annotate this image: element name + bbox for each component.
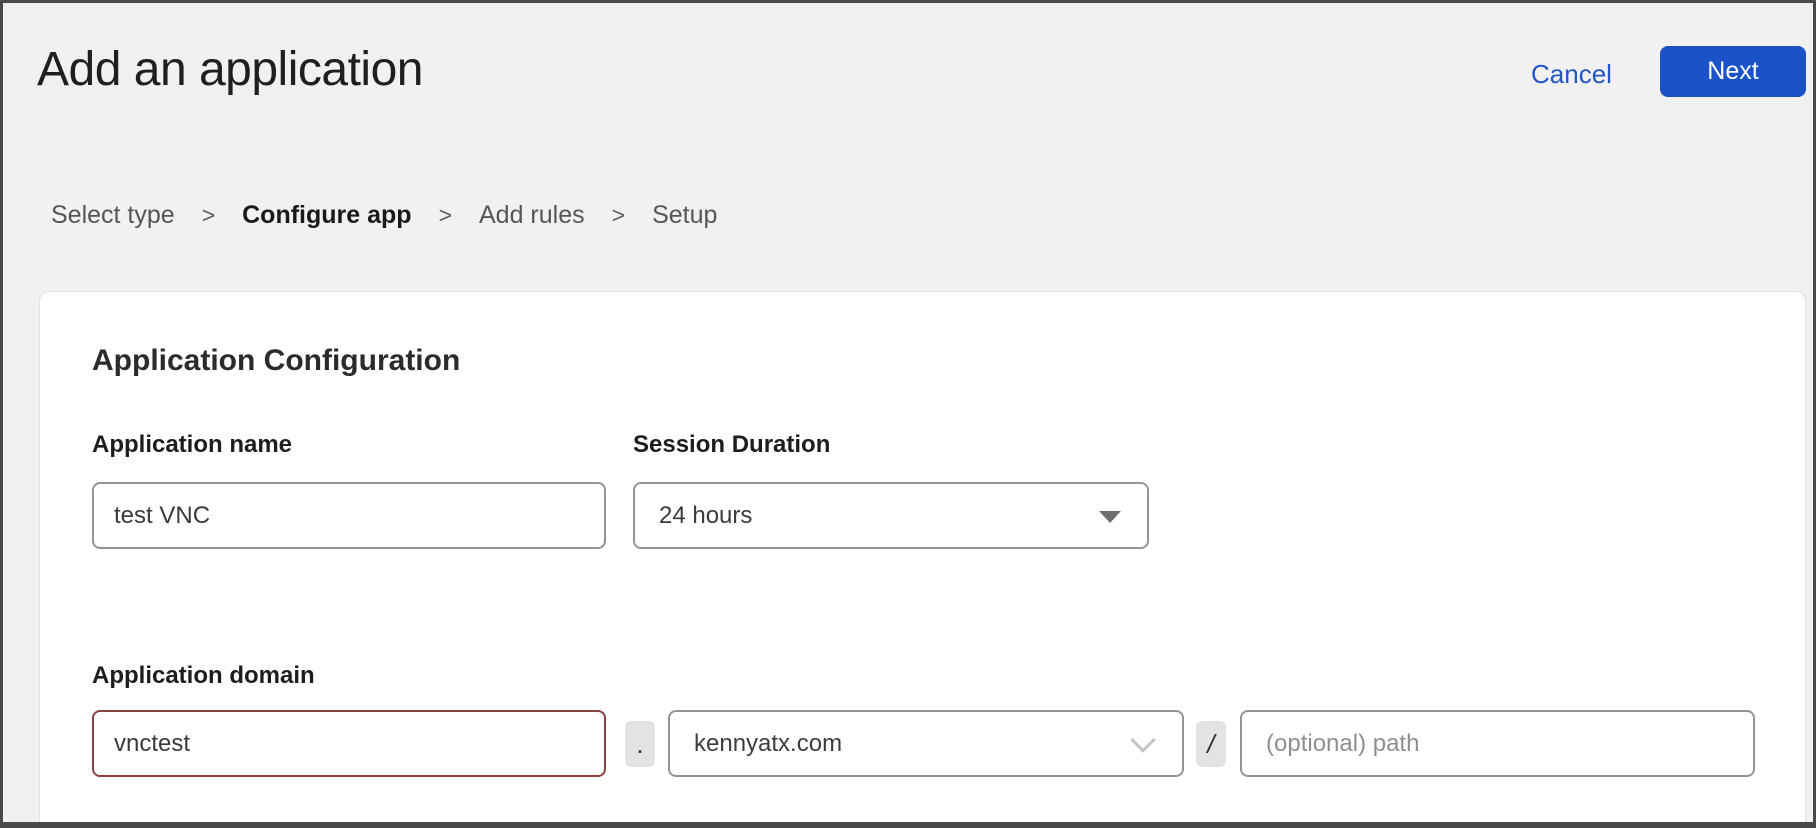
breadcrumb-separator: >	[612, 199, 625, 231]
breadcrumb: Select type > Configure app > Add rules …	[51, 199, 717, 231]
caret-down-icon	[1099, 511, 1121, 523]
application-configuration-card: Application Configuration Application na…	[39, 291, 1806, 828]
subdomain-input[interactable]	[92, 710, 606, 777]
step-select-type[interactable]: Select type	[51, 199, 175, 231]
cancel-button[interactable]: Cancel	[1531, 59, 1612, 89]
session-duration-value: 24 hours	[659, 502, 752, 530]
next-button[interactable]: Next	[1660, 46, 1806, 97]
application-name-label: Application name	[92, 430, 292, 460]
dot-separator: .	[625, 721, 655, 767]
chevron-down-icon	[1130, 727, 1155, 752]
step-add-rules[interactable]: Add rules	[479, 199, 585, 231]
domain-select-value: kennyatx.com	[694, 730, 842, 758]
session-duration-select[interactable]: 24 hours	[633, 482, 1149, 549]
domain-select[interactable]: kennyatx.com	[668, 710, 1184, 777]
page-title: Add an application	[37, 41, 423, 99]
application-name-input[interactable]	[92, 482, 606, 549]
section-heading: Application Configuration	[92, 342, 460, 380]
slash-separator: /	[1196, 721, 1226, 767]
breadcrumb-separator: >	[202, 199, 215, 231]
path-input[interactable]	[1240, 710, 1755, 777]
add-application-page: Add an application Cancel Next Select ty…	[0, 0, 1816, 828]
session-duration-label: Session Duration	[633, 430, 830, 460]
breadcrumb-separator: >	[439, 199, 452, 231]
step-configure-app[interactable]: Configure app	[242, 199, 411, 231]
step-setup[interactable]: Setup	[652, 199, 717, 231]
application-domain-label: Application domain	[92, 661, 315, 691]
